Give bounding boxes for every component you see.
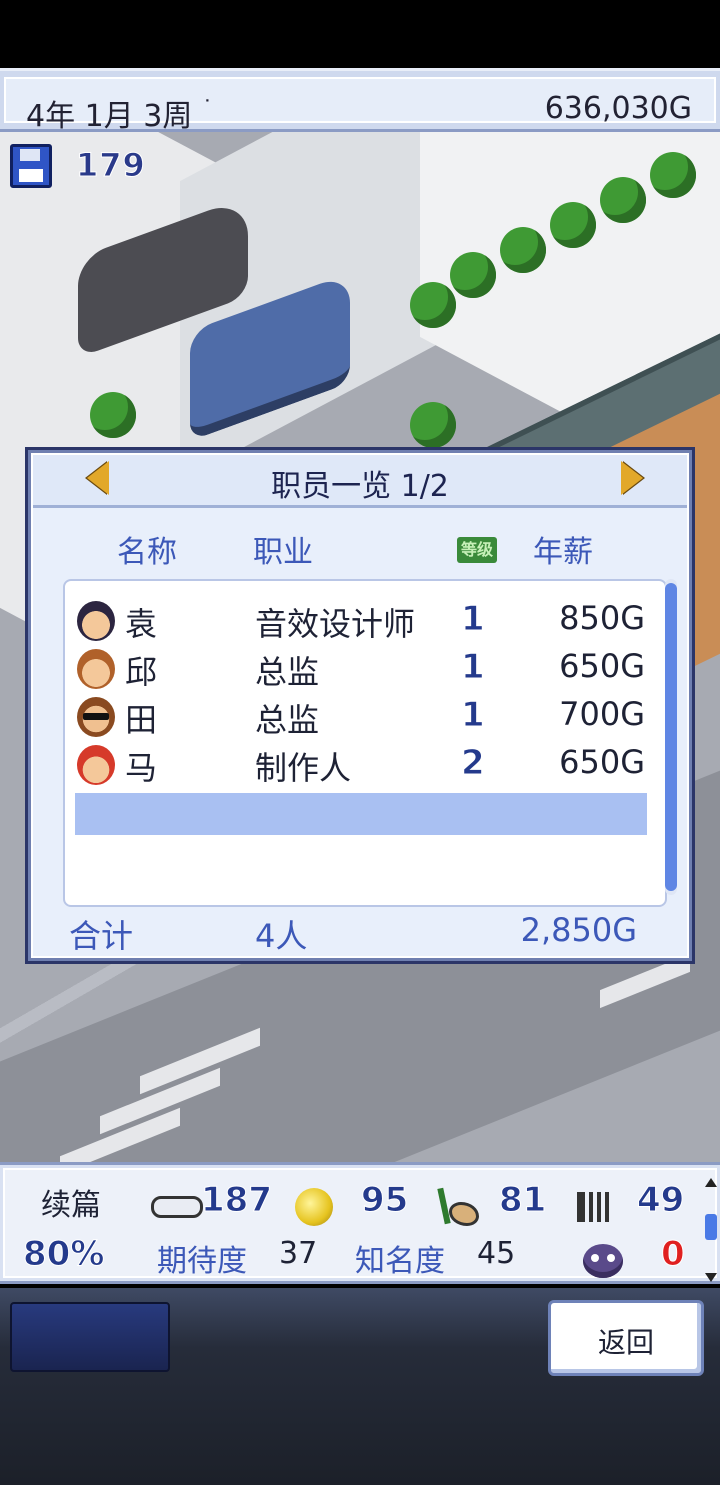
staff-row[interactable]: 邱 总监 1 650G — [65, 645, 665, 693]
staff-portrait-icon — [77, 745, 115, 785]
total-label: 合计 — [69, 917, 134, 955]
staff-job: 总监 — [255, 653, 320, 691]
sound-value: 49 — [636, 1180, 685, 1221]
top-status-inner: 4年 1月 3周 ˙ 636,030G — [4, 77, 716, 134]
panel-title: 职员一览 1/2 — [271, 469, 449, 504]
save-count: 179 — [76, 146, 146, 185]
graphics-value: 81 — [498, 1180, 547, 1221]
staff-salary: 850G — [559, 599, 645, 637]
status-scroll-thumb[interactable] — [705, 1214, 717, 1240]
selection-cursor[interactable] — [75, 793, 647, 835]
money-display: 636,030G — [544, 91, 692, 126]
tree — [500, 227, 546, 273]
bottom-menu-area: 返回 — [0, 1288, 720, 1485]
scroll-down-arrow-icon[interactable] — [705, 1273, 717, 1282]
progress-percent: 80% — [22, 1234, 105, 1275]
coin-icon — [295, 1188, 333, 1226]
staff-portrait-icon — [77, 601, 115, 641]
bug-icon — [583, 1244, 623, 1278]
staff-list-panel: 职员一览 1/2 名称 职业 等级 年薪 袁 音效设计师 1 850G 邱 总监… — [25, 447, 695, 964]
gamepad-icon — [151, 1196, 203, 1218]
fun-value: 187 — [201, 1180, 273, 1221]
column-header-salary: 年薪 — [533, 535, 593, 570]
staff-name: 袁 — [125, 605, 158, 643]
development-status-inner: 续篇 187 95 81 49 80% 期待度 37 知名度 45 0 — [3, 1168, 717, 1282]
status-scrollbar[interactable] — [703, 1178, 719, 1282]
back-button[interactable]: 返回 — [548, 1300, 704, 1376]
staff-level: 1 — [461, 647, 486, 688]
floppy-disk-icon — [10, 144, 52, 188]
save-indicator: 179 — [10, 144, 160, 190]
tree — [410, 402, 456, 448]
tree — [410, 282, 456, 328]
staff-level: 2 — [461, 743, 486, 784]
staff-list: 袁 音效设计师 1 850G 邱 总监 1 650G 田 总监 1 700G 马… — [63, 579, 667, 907]
staff-salary: 650G — [559, 743, 645, 781]
staff-row[interactable]: 马 制作人 2 650G — [65, 741, 665, 789]
staff-portrait-icon — [77, 649, 115, 689]
staff-name: 邱 — [125, 653, 158, 691]
column-header-job: 职业 — [253, 535, 313, 570]
tree — [650, 152, 696, 198]
staff-job: 总监 — [255, 701, 320, 739]
level-header-icon: 等级 — [457, 537, 497, 563]
staff-portrait-icon — [77, 697, 115, 737]
expectation-value: 37 — [279, 1236, 318, 1271]
creativity-value: 95 — [360, 1180, 409, 1221]
staff-salary: 650G — [559, 647, 645, 685]
staff-job: 音效设计师 — [255, 605, 416, 643]
back-button-label: 返回 — [597, 1326, 654, 1359]
staff-list-scrollbar[interactable] — [665, 579, 677, 895]
tree — [90, 392, 136, 438]
scrollbar-thumb[interactable] — [665, 583, 677, 891]
tree — [550, 202, 596, 248]
staff-salary: 700G — [559, 695, 645, 733]
paintbrush-icon — [437, 1188, 479, 1228]
staff-list-inner: 职员一览 1/2 名称 职业 等级 年薪 袁 音效设计师 1 850G 邱 总监… — [31, 453, 689, 958]
column-header-name: 名称 — [117, 535, 177, 570]
staff-row[interactable]: 袁 音效设计师 1 850G — [65, 597, 665, 645]
panel-header: 职员一览 1/2 — [33, 455, 687, 508]
total-count: 4人 — [255, 917, 308, 955]
staff-row[interactable]: 田 总监 1 700G — [65, 693, 665, 741]
staff-job: 制作人 — [255, 749, 352, 787]
fame-label: 知名度 — [355, 1244, 445, 1279]
staff-level: 1 — [461, 695, 486, 736]
total-salary: 2,850G — [520, 911, 637, 949]
tree — [450, 252, 496, 298]
game-type-label: 续篇 — [41, 1188, 101, 1223]
next-page-arrow-icon[interactable] — [621, 461, 643, 495]
staff-name: 田 — [125, 701, 158, 739]
menu-button[interactable] — [10, 1302, 170, 1372]
staff-level: 1 — [461, 599, 486, 640]
bug-count: 0 — [661, 1234, 686, 1275]
staff-name: 马 — [125, 749, 158, 787]
expectation-label: 期待度 — [157, 1244, 247, 1279]
tree — [600, 177, 646, 223]
top-status-bar: 4年 1月 3周 ˙ 636,030G — [0, 68, 720, 134]
scroll-up-arrow-icon[interactable] — [705, 1178, 717, 1187]
date-display: 4年 1月 3周 ˙ — [26, 97, 213, 134]
fame-value: 45 — [477, 1236, 516, 1271]
development-status-panel[interactable]: 续篇 187 95 81 49 80% 期待度 37 知名度 45 0 — [0, 1162, 720, 1284]
sound-icon — [577, 1192, 623, 1222]
